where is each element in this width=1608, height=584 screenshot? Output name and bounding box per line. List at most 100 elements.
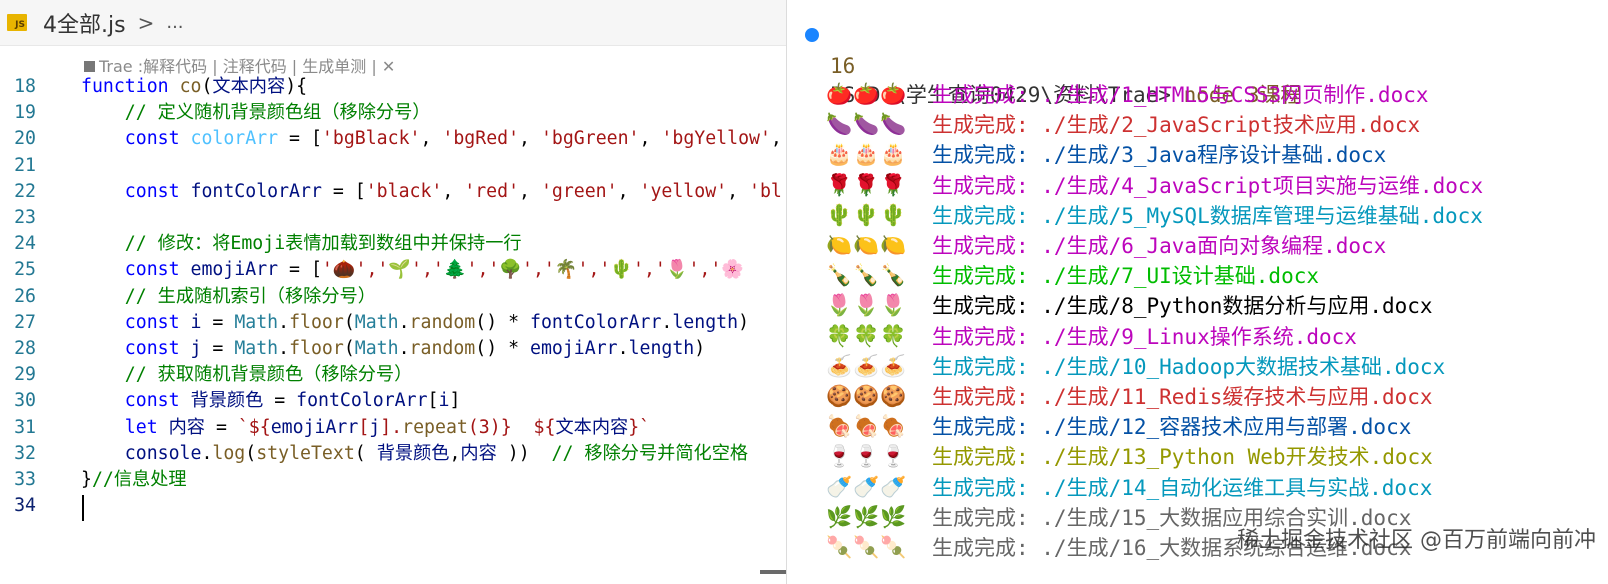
code-token: , bbox=[770, 128, 782, 150]
command-status-dot-icon[interactable] bbox=[805, 28, 819, 42]
code-line[interactable]: 30 const 背景颜色 = fontColorArr[i] bbox=[0, 387, 786, 414]
emoji-icon: 🎂 🎂 🎂 bbox=[826, 142, 906, 167]
code-line[interactable]: 33}//信息处理 bbox=[0, 466, 786, 493]
code-token: = bbox=[201, 338, 235, 359]
output-text: 生成完成: ./生成/4_JavaScript项目实施与运维.docx bbox=[932, 173, 1484, 198]
emoji-icon: 🍡 🍡 🍡 bbox=[826, 535, 906, 560]
code-line[interactable]: 31 let 内容 = `${emojiArr[j].repeat(3)} ${… bbox=[0, 414, 786, 441]
code-token: = [ bbox=[321, 180, 366, 202]
code-text: // 修改：将Emoji表情加载到数组中并保持一行 bbox=[81, 230, 522, 257]
code-token: 背景颜色 bbox=[376, 442, 450, 464]
terminal-output-line: 🍷 🍷 🍷 生成完成: ./生成/13_Python Web开发技术.docx bbox=[787, 442, 1608, 473]
code-token: [ bbox=[358, 416, 370, 438]
code-token: ] bbox=[449, 390, 461, 412]
code-line[interactable]: 28 const j = Math.floor(Math.random() * … bbox=[0, 335, 786, 362]
code-editor[interactable]: JS 4全部.js > ... Trae :解释代码 | 注释代码 | 生成单测… bbox=[0, 0, 786, 584]
code-token: , bbox=[727, 180, 750, 202]
code-token: . bbox=[278, 311, 290, 333]
trae-icon bbox=[84, 61, 95, 72]
emoji-icon: 🌿 bbox=[880, 504, 907, 529]
emoji-icon: 🌷 bbox=[853, 293, 880, 318]
emoji-icon: 🍝 bbox=[826, 353, 853, 378]
code-token: const bbox=[81, 338, 191, 359]
code-token: 内容 bbox=[460, 442, 497, 464]
code-text: // 定义随机背景颜色组（移除分号） bbox=[81, 99, 431, 126]
code-token: Math bbox=[354, 311, 399, 333]
emoji-icon: 🍅 bbox=[826, 82, 853, 106]
code-line[interactable]: 32 console.log(styleText( 背景颜色,内容 )) // … bbox=[0, 440, 786, 467]
code-text: const j = Math.floor(Math.random() * emo… bbox=[81, 335, 705, 362]
terminal-panel[interactable]: PS D:\学生查询0429\资料\Trae> node 3课程 16 🍅 🍅 🍅 生… bbox=[786, 0, 1608, 584]
code-text: const fontColorArr = ['black', 'red', 'g… bbox=[81, 178, 782, 205]
emoji-icon: 🍪 bbox=[880, 384, 907, 408]
code-line[interactable]: 22 const fontColorArr = ['black', 'red',… bbox=[0, 178, 786, 205]
code-text: console.log(styleText( 背景颜色,内容 )) // 移除分… bbox=[81, 440, 748, 467]
line-number: 20 bbox=[14, 128, 36, 150]
code-line[interactable]: 27 const i = Math.floor(Math.random() * … bbox=[0, 309, 786, 336]
code-line[interactable]: 23 bbox=[0, 204, 786, 231]
code-token: fontColorArr bbox=[190, 180, 322, 202]
javascript-file-icon: JS bbox=[7, 14, 27, 31]
emoji-icon: 🍾 🍾 🍾 bbox=[826, 263, 906, 288]
code-token: 'yellow' bbox=[639, 180, 728, 202]
emoji-icon: 🍝 bbox=[853, 353, 880, 378]
code-line[interactable]: 29 // 获取随机背景颜色（移除分号） bbox=[0, 361, 786, 388]
emoji-icon: 🌷 bbox=[880, 293, 907, 318]
code-line[interactable]: 24 // 修改：将Emoji表情加载到数组中并保持一行 bbox=[0, 230, 786, 257]
code-token: , bbox=[449, 442, 461, 464]
watermark: 稀土掘金技术社区 @百万前端向前冲 bbox=[1237, 528, 1596, 553]
line-number: 21 bbox=[14, 154, 36, 176]
code-line[interactable]: 34 bbox=[0, 492, 786, 519]
code-token: ) bbox=[738, 311, 750, 333]
code-token: emojiArr bbox=[190, 259, 279, 281]
emoji-icon: 🍅 bbox=[853, 82, 880, 106]
code-token: , bbox=[442, 180, 465, 202]
code-line[interactable]: 21 bbox=[0, 152, 786, 179]
code-token: ){ bbox=[285, 76, 308, 97]
code-token: 'bl bbox=[749, 180, 782, 202]
code-token: . bbox=[617, 338, 629, 359]
code-token: styleText bbox=[256, 442, 355, 464]
code-token: ( bbox=[354, 442, 377, 464]
code-line[interactable]: 18 function co(文本内容){ bbox=[0, 73, 786, 100]
code-token: repeat bbox=[402, 416, 468, 438]
code-token: ( bbox=[343, 338, 355, 359]
code-token: `${ bbox=[237, 416, 271, 438]
line-number: 23 bbox=[14, 207, 36, 228]
emoji-icon: 🌷 bbox=[826, 293, 853, 318]
breadcrumb-more[interactable]: ... bbox=[166, 12, 183, 33]
emoji-icon: 🍾 bbox=[853, 263, 880, 288]
code-line[interactable]: 26 // 生成随机索引（移除分号） bbox=[0, 283, 786, 310]
line-number: 24 bbox=[14, 233, 36, 255]
code-token: 文本内容 bbox=[212, 76, 286, 97]
code-token: fontColorArr bbox=[530, 311, 662, 333]
code-line[interactable]: 19 // 定义随机背景颜色组（移除分号） bbox=[0, 99, 786, 126]
terminal-output-line: 🌹 🌹 🌹 生成完成: ./生成/4_JavaScript项目实施与运维.docx bbox=[787, 171, 1608, 202]
code-token: . bbox=[201, 442, 213, 464]
code-token: , bbox=[639, 128, 662, 150]
terminal-output-line: 🍆 🍆 🍆 生成完成: ./生成/2_JavaScript技术应用.docx bbox=[787, 110, 1608, 141]
horizontal-scrollbar[interactable] bbox=[760, 570, 786, 574]
output-text: 生成完成: ./生成/10_Hadoop大数据技术基础.docx bbox=[932, 354, 1446, 379]
terminal-output-line: 🍼 🍼 🍼 生成完成: ./生成/14_自动化运维工具与实战.docx bbox=[787, 473, 1608, 504]
line-number: 34 bbox=[14, 495, 36, 517]
breadcrumb-file-name[interactable]: 4全部.js bbox=[43, 7, 126, 39]
code-token: 'bgRed' bbox=[442, 128, 520, 150]
emoji-icon: 🍖 bbox=[880, 414, 907, 439]
emoji-icon: 🍷 bbox=[880, 444, 907, 469]
code-token: // 修改：将Emoji表情加载到数组中并保持一行 bbox=[81, 233, 522, 255]
terminal-output-line: 🍅 🍅 🍅 生成完成: ./生成/1_HTML5与CSS3网页制作.docx bbox=[787, 80, 1608, 111]
emoji-icon: 🍼 bbox=[880, 474, 907, 499]
code-token: , bbox=[420, 128, 443, 150]
code-token: = bbox=[263, 390, 297, 412]
code-token: 'red' bbox=[464, 180, 520, 202]
code-token: colorArr bbox=[190, 128, 279, 150]
code-token: )) bbox=[496, 442, 552, 464]
code-line[interactable]: 25 const emojiArr = ['🌰','🌱','🌲','🌳','🌴'… bbox=[0, 256, 786, 283]
code-token: Math bbox=[234, 338, 279, 359]
output-text: 生成完成: ./生成/8_Python数据分析与应用.docx bbox=[932, 294, 1433, 319]
code-line[interactable]: 20 const colorArr = ['bgBlack', 'bgRed',… bbox=[0, 125, 786, 152]
emoji-icon: 🌹 🌹 🌹 bbox=[826, 173, 906, 198]
output-text: 生成完成: ./生成/7_UI设计基础.docx bbox=[932, 264, 1320, 289]
line-number: 26 bbox=[14, 285, 36, 307]
